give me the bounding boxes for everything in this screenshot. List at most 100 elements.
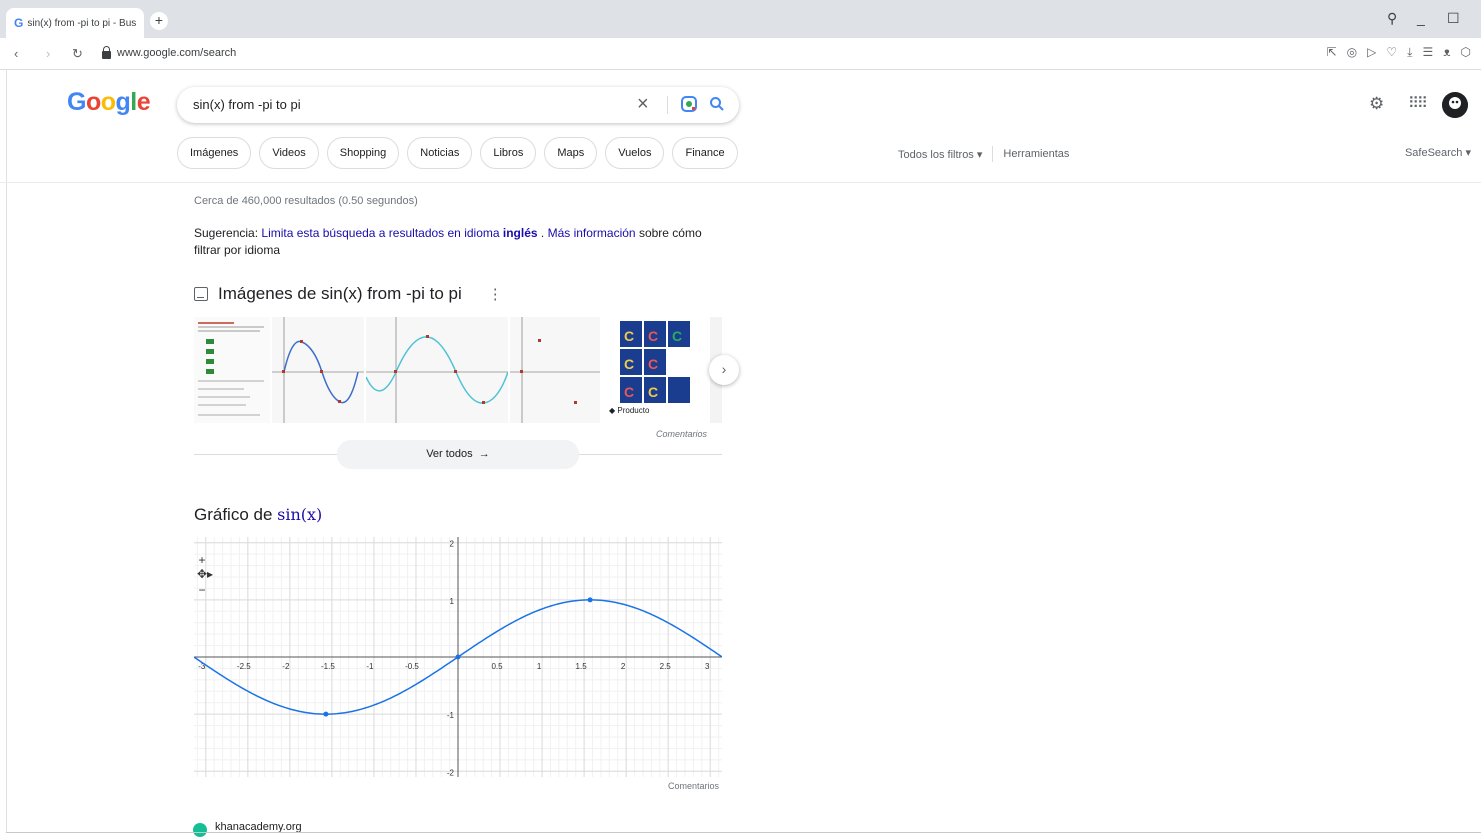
account-avatar[interactable]: [1442, 92, 1468, 118]
image-thumbnail[interactable]: [272, 317, 364, 423]
image-thumbnail[interactable]: [194, 317, 270, 423]
all-filters-dropdown[interactable]: Todos los filtros ▾: [898, 148, 982, 161]
back-icon[interactable]: ‹: [14, 46, 18, 61]
chip-vuelos[interactable]: Vuelos: [605, 137, 665, 169]
graph-function: sin(x): [277, 505, 323, 524]
reload-icon[interactable]: ↻: [72, 46, 83, 62]
zoom-out-control[interactable]: −: [198, 583, 205, 597]
sine-graph-thumbnail-image: [272, 317, 364, 423]
chip-shopping[interactable]: Shopping: [326, 137, 400, 169]
images-section-heading: Imágenes de sin(x) from -pi to pi ⋮: [194, 284, 503, 304]
search-box[interactable]: sin(x) from -pi to pi ×: [177, 87, 739, 123]
more-options-icon[interactable]: ⋮: [488, 285, 503, 303]
extension-icon[interactable]: ⬡: [1461, 45, 1471, 60]
limit-language-link[interactable]: Limita esta búsqueda a resultados en idi…: [261, 226, 537, 240]
chip-imagenes[interactable]: Imágenes: [177, 137, 252, 169]
key-point: [455, 654, 461, 660]
chip-maps[interactable]: Maps: [544, 137, 598, 169]
profile-icon[interactable]: ᴥ: [1443, 45, 1450, 60]
chip-videos[interactable]: Videos: [259, 137, 319, 169]
minimize-icon[interactable]: _: [1417, 10, 1425, 26]
source-result[interactable]: khanacademy.org: [193, 817, 302, 837]
avatar-icon: [1442, 92, 1468, 118]
khan-academy-icon: [193, 823, 207, 837]
search-divider: [667, 96, 668, 114]
key-point: [587, 597, 593, 603]
y-tick-label: 2: [450, 540, 455, 549]
x-tick-label: 0.5: [491, 662, 503, 671]
safesearch-dropdown[interactable]: SafeSearch ▾: [1405, 146, 1471, 159]
graph-comments-link[interactable]: Comentarios: [668, 781, 719, 791]
address-bar: ‹ › ↻ www.google.com/search ⇱ ◎ ▷ ♡ ⤓ ☰ …: [0, 38, 1481, 70]
x-tick-label: -1: [366, 662, 374, 671]
svg-text:C: C: [648, 384, 658, 400]
svg-text:C: C: [648, 356, 658, 372]
language-suggestion: Sugerencia: Limita esta búsqueda a resul…: [194, 226, 702, 257]
images-heading-text[interactable]: Imágenes de sin(x) from -pi to pi: [218, 284, 462, 304]
pan-icon[interactable]: ✥▸: [197, 567, 213, 581]
svg-text:C: C: [624, 356, 634, 372]
result-stats: Cerca de 460,000 resultados (0.50 segund…: [194, 195, 418, 207]
product-badge: ◆ Producto: [606, 405, 653, 416]
header-divider: [0, 182, 1481, 183]
url-field[interactable]: www.google.com/search: [102, 45, 236, 59]
logo-letter: G: [67, 88, 86, 116]
images-comments-link[interactable]: Comentarios: [656, 429, 707, 439]
forward-icon[interactable]: ›: [46, 46, 50, 61]
page-bottom-border: [6, 832, 1481, 833]
document-thumbnail-image: [194, 317, 270, 423]
more-info-link[interactable]: Más información: [548, 226, 636, 240]
lock-icon: [102, 45, 111, 59]
chip-finance[interactable]: Finance: [672, 137, 738, 169]
toolbar-icons: ⇱ ◎ ▷ ♡ ⤓ ☰ ᴥ ⬡: [1327, 45, 1471, 60]
search-input[interactable]: sin(x) from -pi to pi: [193, 97, 301, 112]
share-icon[interactable]: ⇱: [1327, 45, 1337, 60]
logo-letter: e: [136, 88, 151, 116]
maximize-icon[interactable]: ☐: [1447, 10, 1460, 27]
image-thumbnail[interactable]: [365, 317, 509, 423]
key-point: [323, 711, 329, 717]
clear-icon[interactable]: ×: [637, 93, 649, 116]
send-icon[interactable]: ▷: [1367, 45, 1376, 60]
tools-button[interactable]: Herramientas: [1003, 148, 1069, 160]
google-logo[interactable]: Google: [67, 88, 151, 117]
y-tick-label: -2: [447, 768, 455, 777]
zoom-in-control[interactable]: +: [198, 553, 205, 567]
graph-heading: Gráfico de sin(x): [194, 505, 323, 524]
chip-libros[interactable]: Libros: [480, 137, 537, 169]
logo-letter: o: [85, 88, 101, 116]
google-favicon-icon: G: [14, 16, 24, 30]
carousel-next-button[interactable]: ›: [709, 355, 739, 385]
x-tick-label: 1: [537, 662, 542, 671]
image-icon: [194, 287, 208, 301]
image-thumbnail[interactable]: [510, 317, 600, 423]
filters-bar: Todos los filtros ▾ Herramientas: [898, 146, 1069, 162]
image-thumbnail[interactable]: CCC CC CC ◆ Producto: [602, 317, 708, 423]
function-graph[interactable]: -3 -2.5 -2 -1.5 -1 -0.5 0.5 1 1.5 2 2.5 321-1-2+✥▸−: [194, 537, 722, 777]
search-chips: Imágenes Videos Shopping Noticias Libros Maps…: [177, 137, 738, 169]
tab-title: sin(x) from -pi to pi - Bus: [27, 17, 136, 29]
heart-icon[interactable]: ♡: [1386, 45, 1397, 60]
x-tick-label: 1.5: [576, 662, 588, 671]
svg-text:C: C: [672, 328, 682, 344]
browser-tab[interactable]: G sin(x) from -pi to pi - Bus: [6, 8, 144, 38]
see-all-button[interactable]: Ver todos →: [337, 440, 579, 469]
new-tab-button[interactable]: +: [150, 12, 168, 30]
svg-text:C: C: [624, 328, 634, 344]
google-lens-icon[interactable]: [680, 95, 698, 113]
camera-icon[interactable]: ◎: [1347, 45, 1357, 60]
settings-gear-icon[interactable]: ⚙: [1369, 94, 1384, 114]
window-border: [6, 70, 7, 833]
search-icon[interactable]: [709, 96, 725, 112]
x-tick-label: -1.5: [321, 662, 335, 671]
x-tick-label: 2.5: [660, 662, 672, 671]
menu-icon[interactable]: ☰: [1422, 45, 1433, 60]
scatter-thumbnail-image: [510, 317, 600, 423]
x-tick-label: 2: [621, 662, 626, 671]
y-tick-label: 1: [450, 597, 455, 606]
search-tabs-icon[interactable]: ⚲: [1387, 10, 1397, 27]
x-tick-label: -2: [282, 662, 290, 671]
download-icon[interactable]: ⤓: [1407, 45, 1412, 60]
apps-grid-icon[interactable]: ⠿⠿: [1408, 94, 1428, 112]
chip-noticias[interactable]: Noticias: [407, 137, 473, 169]
